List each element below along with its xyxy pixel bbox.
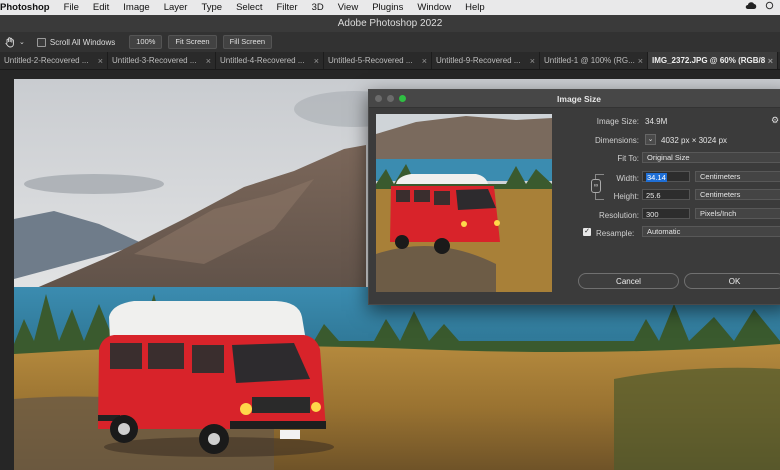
hand-tool-icon[interactable] [4,36,16,48]
tab-close-icon[interactable]: × [314,56,319,66]
tab-close-icon[interactable]: × [530,56,535,66]
tab-label: Untitled-4-Recovered ... [220,56,305,65]
tab-label: Untitled-1 @ 100% (RG... [544,56,635,65]
window-title: Adobe Photoshop 2022 [337,18,443,29]
dimensions-label: Dimensions: [594,136,639,145]
height-input[interactable]: 25.6 [642,189,690,200]
tab-label: Untitled-5-Recovered ... [328,56,413,65]
menu-window[interactable]: Window [410,2,458,13]
creative-cloud-icon[interactable] [745,1,757,10]
menubar-status-area [745,1,774,10]
options-bar: ⌄ Scroll All Windows 100% Fit Screen Fil… [0,32,780,52]
settings-gear-icon[interactable]: ⚙ [771,115,779,126]
scroll-all-windows-label: Scroll All Windows [49,37,116,47]
resample-label: Resample: [596,229,635,238]
fit-screen-button[interactable]: Fit Screen [168,35,217,49]
menu-view[interactable]: View [331,2,365,13]
height-label: Height: [613,192,639,201]
width-input[interactable]: 34.14 [642,171,690,182]
scroll-all-windows-checkbox[interactable] [36,37,46,47]
menu-edit[interactable]: Edit [86,2,116,13]
tab-close-icon[interactable]: × [206,56,211,66]
resolution-input[interactable]: 300 [642,208,690,219]
menu-image[interactable]: Image [116,2,156,13]
resolution-label: Resolution: [598,211,639,220]
menu-select[interactable]: Select [229,2,269,13]
menu-file[interactable]: File [57,2,86,13]
cancel-button[interactable]: Cancel [578,273,679,289]
ok-button[interactable]: OK [684,273,780,289]
tab-untitled-5[interactable]: Untitled-5-Recovered ... × [324,52,432,69]
tab-label: IMG_2372.JPG @ 60% (RGB/8 [652,56,765,65]
fit-to-select[interactable]: Original Size [642,152,780,163]
tab-untitled-2[interactable]: Untitled-2-Recovered ... × [0,52,108,69]
dimensions-chevron-icon[interactable]: ⌄ [645,134,656,145]
image-size-value: 34.9M [645,117,668,126]
resample-checkbox[interactable]: ✓ [583,228,591,236]
height-unit-select[interactable]: Centimeters [695,189,780,200]
tab-label: Untitled-3-Recovered ... [112,56,197,65]
tab-close-icon[interactable]: × [638,56,643,66]
image-size-label: Image Size: [596,117,639,126]
tab-close-icon[interactable]: × [422,56,427,66]
menu-3d[interactable]: 3D [305,2,331,13]
mac-menu-bar: Photoshop File Edit Image Layer Type Sel… [0,0,780,15]
width-value: 34.14 [646,173,667,182]
menu-type[interactable]: Type [194,2,229,13]
tab-untitled-4[interactable]: Untitled-4-Recovered ... × [216,52,324,69]
tab-untitled-1[interactable]: Untitled-1 @ 100% (RG... × [540,52,648,69]
document-tab-bar: Untitled-2-Recovered ... × Untitled-3-Rec… [0,52,780,70]
fit-to-label: Fit To: [617,154,639,163]
width-label: Width: [616,174,639,183]
dialog-title: Image Size [557,94,601,104]
tab-close-icon[interactable]: × [98,56,103,66]
tab-label: Untitled-9-Recovered ... [436,56,521,65]
menu-filter[interactable]: Filter [269,2,304,13]
tab-untitled-3[interactable]: Untitled-3-Recovered ... × [108,52,216,69]
zoom-100-button[interactable]: 100% [129,35,163,49]
tab-close-icon[interactable]: × [768,56,773,66]
sync-icon[interactable] [765,1,774,10]
red-van [98,301,334,457]
fill-screen-button[interactable]: Fill Screen [222,35,273,49]
image-size-dialog: Image Size Image Size: 34.9M ⚙ Dimension… [368,89,780,305]
app-menu[interactable]: Photoshop [0,2,57,13]
resample-select[interactable]: Automatic [642,226,780,237]
width-unit-select[interactable]: Centimeters [695,171,780,182]
tool-preset-chevron-icon[interactable]: ⌄ [19,38,25,46]
dimensions-value: 4032 px × 3024 px [661,136,728,145]
menu-plugins[interactable]: Plugins [365,2,410,13]
tab-label: Untitled-2-Recovered ... [4,56,89,65]
resolution-unit-select[interactable]: Pixels/Inch [695,208,780,219]
image-preview[interactable] [376,114,552,292]
window-title-bar: Adobe Photoshop 2022 [0,15,780,33]
dialog-title-bar: Image Size [369,90,780,108]
tab-untitled-9[interactable]: Untitled-9-Recovered ... × [432,52,540,69]
menu-layer[interactable]: Layer [157,2,195,13]
menu-help[interactable]: Help [458,2,492,13]
tab-img-2372[interactable]: IMG_2372.JPG @ 60% (RGB/8 × [648,52,778,69]
